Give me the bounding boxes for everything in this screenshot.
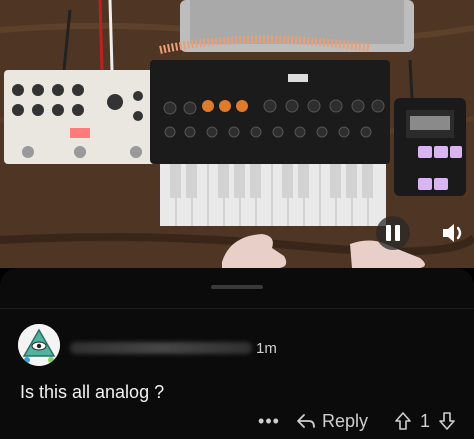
upvote-icon[interactable] — [394, 411, 412, 431]
reply-button[interactable]: Reply — [296, 411, 368, 432]
pause-button[interactable] — [376, 216, 410, 250]
comment-timestamp: 1m — [256, 339, 277, 357]
comment-meta: 1m — [70, 338, 277, 358]
more-options-button[interactable]: ••• — [258, 411, 280, 432]
avatar[interactable] — [18, 324, 60, 366]
volume-button[interactable] — [440, 220, 468, 246]
sheet-drag-handle[interactable] — [211, 285, 263, 289]
comment-actions: ••• Reply 1 — [258, 408, 456, 434]
volume-icon — [443, 224, 462, 242]
eye-pyramid-avatar-icon — [18, 324, 60, 366]
comments-sheet: 1m Is this all analog ? ••• Reply 1 — [0, 268, 474, 439]
vote-control: 1 — [394, 411, 456, 432]
reply-arrow-icon — [297, 414, 315, 428]
pause-icon — [386, 225, 391, 241]
comment-text: Is this all analog ? — [20, 382, 165, 402]
divider — [0, 308, 474, 309]
reply-label: Reply — [321, 410, 368, 431]
downvote-icon[interactable] — [438, 411, 456, 431]
video-player[interactable] — [0, 0, 474, 268]
vote-count: 1 — [419, 410, 430, 431]
username-blurred[interactable] — [70, 342, 252, 354]
